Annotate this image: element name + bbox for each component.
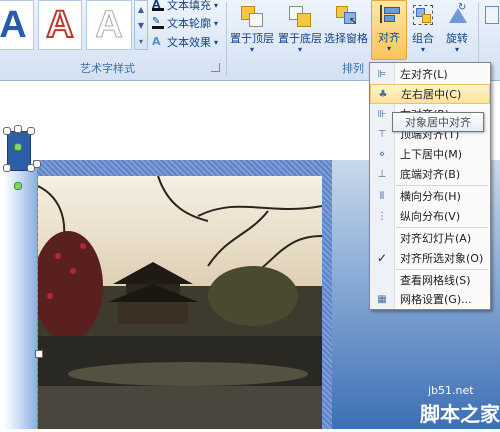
landscape-photo[interactable] <box>33 175 323 429</box>
text-effects-label: 文本效果 <box>167 36 211 49</box>
group-separator <box>226 2 227 76</box>
bring-front-icon <box>239 4 265 27</box>
align-top-icon: ⊤ <box>377 128 387 140</box>
watermark-name: 脚本之家 <box>420 402 500 426</box>
resize-handle[interactable] <box>35 350 43 358</box>
selection-pane-button[interactable]: ↖ 选择窗格 <box>323 2 369 58</box>
size-icon[interactable] <box>485 6 499 24</box>
menu-item-align-middle[interactable]: ⋄ 上下居中(M) <box>370 144 490 164</box>
group-icon <box>410 4 436 26</box>
menu-item-align-left[interactable]: ⊫ 左对齐(L) <box>370 64 490 84</box>
wordart-style-2[interactable]: A <box>38 0 82 50</box>
wordart-style-3[interactable]: A <box>86 0 132 50</box>
send-back-label: 置于底层 <box>278 32 322 45</box>
adjust-handle[interactable] <box>14 143 22 151</box>
text-effects-button[interactable]: A 文本效果 ▾ <box>152 33 218 51</box>
bring-to-front-button[interactable]: 置于顶层 ▾ <box>228 2 276 58</box>
align-label: 对齐 <box>378 31 400 44</box>
text-outline-button[interactable]: ✎ 文本轮廓 ▾ <box>152 14 218 32</box>
chevron-down-icon: ▾ <box>454 45 459 54</box>
align-button[interactable]: 对齐 ▾ <box>371 0 407 60</box>
grid-settings-icon: ▦ <box>377 293 387 305</box>
menu-item-label: 左对齐(L) <box>400 68 448 81</box>
align-dropdown-menu: ⊫ 左对齐(L) ♣ 左右居中(C) ⊪ 右对齐(R) ⊤ 顶端对齐(T) ⋄ … <box>369 62 491 310</box>
tooltip: 对象居中对齐 <box>392 112 484 132</box>
distribute-vertical-icon: ⋮ <box>377 210 387 222</box>
menu-item-label: 对齐所选对象(O) <box>400 252 484 265</box>
text-outline-label: 文本轮廓 <box>167 17 211 30</box>
text-fill-button[interactable]: A 文本填充 ▾ <box>152 0 218 14</box>
align-left-icon: ⊫ <box>377 68 387 80</box>
menu-item-label: 左右居中(C) <box>401 88 462 101</box>
selection-pane-icon: ↖ <box>333 4 359 27</box>
rotate-label: 旋转 <box>446 32 468 45</box>
wordart-style-1[interactable]: A <box>0 0 34 50</box>
menu-item-label: 查看网格线(S) <box>400 274 471 287</box>
menu-item-distribute-vertical[interactable]: ⋮ 纵向分布(V) <box>370 206 490 226</box>
scroll-down-icon[interactable]: ▼ <box>138 21 144 30</box>
wordart-letter: A <box>95 3 123 46</box>
menu-item-label: 上下居中(M) <box>400 148 463 161</box>
wordart-letter: A <box>0 3 27 46</box>
selection-pane-label: 选择窗格 <box>324 32 368 45</box>
photo-scene <box>33 175 323 429</box>
text-fill-icon: A <box>152 0 164 11</box>
align-icon <box>376 3 402 25</box>
menu-item-align-selected[interactable]: ✓ 对齐所选对象(O) <box>370 248 490 268</box>
group-label: 组合 <box>412 32 434 45</box>
resize-handle[interactable] <box>33 160 41 168</box>
wordart-group-label: 艺术字样式 <box>80 62 135 75</box>
bring-front-label: 置于顶层 <box>230 32 274 45</box>
menu-item-label: 网格设置(G)... <box>400 293 472 306</box>
align-middle-icon: ⋄ <box>378 148 386 160</box>
rotate-button[interactable]: ↻ 旋转 ▾ <box>442 2 472 58</box>
send-to-back-button[interactable]: 置于底层 ▾ <box>276 2 324 58</box>
scroll-up-icon[interactable]: ▲ <box>138 5 144 14</box>
send-back-icon <box>287 4 313 27</box>
chevron-down-icon: ▾ <box>249 45 254 54</box>
resize-handle[interactable] <box>14 125 22 133</box>
rotate-icon: ↻ <box>444 2 470 26</box>
pen-icon: ✎ <box>152 17 164 29</box>
group-button[interactable]: 组合 ▾ <box>408 2 438 58</box>
menu-item-label: 横向分布(H) <box>400 190 461 203</box>
gallery-more-icon[interactable]: ▾ <box>139 37 143 46</box>
wordart-letter: A <box>45 3 74 47</box>
align-center-icon: ♣ <box>378 88 388 100</box>
menu-item-align-center[interactable]: ♣ 左右居中(C) <box>370 84 490 104</box>
dialog-launcher-icon[interactable] <box>211 63 220 72</box>
glow-strip <box>3 168 37 429</box>
chevron-down-icon: ▾ <box>386 44 391 53</box>
menu-item-label: 底端对齐(B) <box>400 168 461 181</box>
rotate-handle[interactable] <box>14 182 22 190</box>
watermark-site: jb51.net <box>428 384 474 397</box>
check-icon: ✓ <box>376 251 388 265</box>
text-effects-icon: A <box>152 35 161 48</box>
chevron-down-icon: ▾ <box>420 45 425 54</box>
align-right-icon: ⊪ <box>377 108 387 120</box>
align-bottom-icon: ⊥ <box>377 168 387 180</box>
distribute-horizontal-icon: ⫴ <box>379 190 385 202</box>
menu-item-label: 对齐幻灯片(A) <box>400 232 472 245</box>
resize-handle[interactable] <box>3 164 11 172</box>
menu-item-view-gridlines[interactable]: 查看网格线(S) <box>370 270 490 290</box>
menu-item-label: 纵向分布(V) <box>400 210 461 223</box>
gallery-scroll[interactable]: ▲ ▼ ▾ <box>134 0 148 50</box>
menu-item-distribute-horizontal[interactable]: ⫴ 横向分布(H) <box>370 186 490 206</box>
menu-item-align-bottom[interactable]: ⊥ 底端对齐(B) <box>370 164 490 184</box>
menu-item-grid-settings[interactable]: ▦ 网格设置(G)... <box>370 289 490 309</box>
menu-item-align-to-slide[interactable]: 对齐幻灯片(A) <box>370 228 490 248</box>
resize-handle[interactable] <box>27 127 35 135</box>
text-fill-label: 文本填充 <box>167 0 211 12</box>
chevron-down-icon: ▾ <box>297 45 302 54</box>
resize-handle[interactable] <box>3 127 11 135</box>
